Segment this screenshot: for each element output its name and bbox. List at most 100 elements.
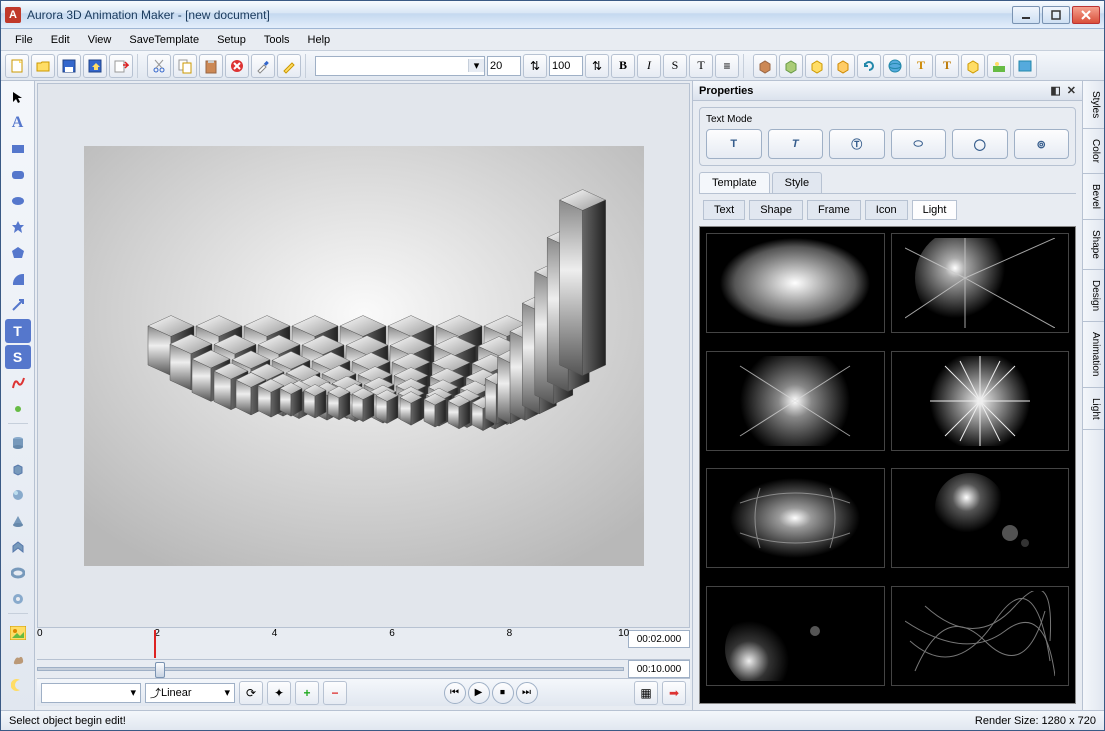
minimize-button[interactable]: [1012, 6, 1040, 24]
tool-star[interactable]: [5, 215, 31, 239]
delete-button[interactable]: [225, 54, 249, 78]
easing-combo[interactable]: ⤴ Linear▾: [145, 683, 235, 703]
tool-pointer[interactable]: [5, 85, 31, 109]
duration-time[interactable]: 00:10.000: [628, 660, 690, 678]
text-spacing-button[interactable]: T: [689, 54, 713, 78]
subtab-text[interactable]: Text: [703, 200, 745, 220]
bg-rock[interactable]: [5, 647, 31, 671]
subtab-frame[interactable]: Frame: [807, 200, 861, 220]
tab-style[interactable]: Style: [772, 172, 822, 193]
3d-t-1[interactable]: T: [909, 54, 933, 78]
sidetab-design[interactable]: Design: [1083, 270, 1104, 322]
playhead[interactable]: [154, 630, 156, 658]
light-preset-4[interactable]: [891, 351, 1070, 451]
italic-button[interactable]: I: [637, 54, 661, 78]
play-button[interactable]: ▶: [468, 682, 490, 704]
menu-setup[interactable]: Setup: [209, 32, 254, 48]
3d-box-1[interactable]: [753, 54, 777, 78]
export-button[interactable]: [109, 54, 133, 78]
tool-text[interactable]: A: [5, 111, 31, 135]
tool-roundrect[interactable]: [5, 163, 31, 187]
pencil-button[interactable]: [277, 54, 301, 78]
light-preset-8[interactable]: [891, 586, 1070, 686]
light-preset-6[interactable]: [891, 468, 1070, 568]
paste-button[interactable]: [199, 54, 223, 78]
light-preset-2[interactable]: [891, 233, 1070, 333]
tool-arc[interactable]: [5, 267, 31, 291]
3d-viewport[interactable]: [37, 83, 690, 628]
open-button[interactable]: [31, 54, 55, 78]
text-mode-6[interactable]: ⊚: [1014, 129, 1070, 159]
font-size-2[interactable]: 100: [549, 56, 583, 76]
skip-back-button[interactable]: ⏮: [444, 682, 466, 704]
close-button[interactable]: [1072, 6, 1100, 24]
3d-box-4[interactable]: [831, 54, 855, 78]
stop-button[interactable]: ⏹: [492, 682, 514, 704]
tool-3d-text-t[interactable]: T: [5, 319, 31, 343]
shape-tube[interactable]: [5, 587, 31, 611]
light-preset-1[interactable]: [706, 233, 885, 333]
3d-t-2[interactable]: T: [935, 54, 959, 78]
3d-panel[interactable]: [1013, 54, 1037, 78]
shape-cube[interactable]: [5, 457, 31, 481]
3d-globe[interactable]: [883, 54, 907, 78]
tool-rect[interactable]: [5, 137, 31, 161]
tab-template[interactable]: Template: [699, 172, 770, 193]
size-stepper-1[interactable]: ⇅: [523, 54, 547, 78]
font-combo[interactable]: ▾: [315, 56, 485, 76]
skip-fwd-button[interactable]: ⏭: [516, 682, 538, 704]
eyedropper-button[interactable]: [251, 54, 275, 78]
3d-box-3[interactable]: [805, 54, 829, 78]
sidetab-light[interactable]: Light: [1083, 388, 1104, 431]
tool-ellipse[interactable]: [5, 189, 31, 213]
text-mode-4[interactable]: ⬭: [891, 129, 947, 159]
tool-point[interactable]: [5, 397, 31, 421]
menu-tools[interactable]: Tools: [256, 32, 298, 48]
shape-cylinder[interactable]: [5, 431, 31, 455]
bg-image[interactable]: [5, 621, 31, 645]
3d-scene[interactable]: [987, 54, 1011, 78]
sidetab-color[interactable]: Color: [1083, 129, 1104, 174]
remove-key-button[interactable]: −: [323, 681, 347, 705]
layers-button[interactable]: ≡: [715, 54, 739, 78]
size-stepper-2[interactable]: ⇅: [585, 54, 609, 78]
3d-box-2[interactable]: [779, 54, 803, 78]
font-size-1[interactable]: 20: [487, 56, 521, 76]
shape-sphere[interactable]: [5, 483, 31, 507]
shape-torus[interactable]: [5, 561, 31, 585]
tool-curve[interactable]: [5, 371, 31, 395]
current-time[interactable]: 00:02.000: [628, 630, 690, 648]
menu-file[interactable]: File: [7, 32, 41, 48]
sidetab-animation[interactable]: Animation: [1083, 322, 1104, 387]
shape-prism[interactable]: [5, 535, 31, 559]
menu-help[interactable]: Help: [300, 32, 339, 48]
render-frame-button[interactable]: ▦: [634, 681, 658, 705]
close-panel-icon[interactable]: ✕: [1067, 84, 1076, 97]
copy-button[interactable]: [173, 54, 197, 78]
shape-cone[interactable]: [5, 509, 31, 533]
undock-icon[interactable]: ◧: [1050, 84, 1060, 97]
sidetab-shape[interactable]: Shape: [1083, 220, 1104, 270]
wand-button[interactable]: ✦: [267, 681, 291, 705]
menu-savetemplate[interactable]: SaveTemplate: [121, 32, 207, 48]
bg-moon[interactable]: [5, 673, 31, 697]
menu-view[interactable]: View: [80, 32, 120, 48]
save-as-button[interactable]: [83, 54, 107, 78]
strike-button[interactable]: S: [663, 54, 687, 78]
loop-button[interactable]: ⟳: [239, 681, 263, 705]
new-button[interactable]: [5, 54, 29, 78]
cut-button[interactable]: [147, 54, 171, 78]
tool-3d-text-s[interactable]: S: [5, 345, 31, 369]
object-combo[interactable]: ▾: [41, 683, 141, 703]
light-preset-7[interactable]: [706, 586, 885, 686]
subtab-shape[interactable]: Shape: [749, 200, 803, 220]
3d-box-5[interactable]: [961, 54, 985, 78]
text-mode-1[interactable]: T: [706, 129, 762, 159]
tool-pentagon[interactable]: [5, 241, 31, 265]
maximize-button[interactable]: [1042, 6, 1070, 24]
text-mode-2[interactable]: T: [768, 129, 824, 159]
render-export-button[interactable]: ➡: [662, 681, 686, 705]
sidetab-styles[interactable]: Styles: [1083, 81, 1104, 129]
subtab-icon[interactable]: Icon: [865, 200, 908, 220]
light-gallery[interactable]: [699, 226, 1076, 704]
